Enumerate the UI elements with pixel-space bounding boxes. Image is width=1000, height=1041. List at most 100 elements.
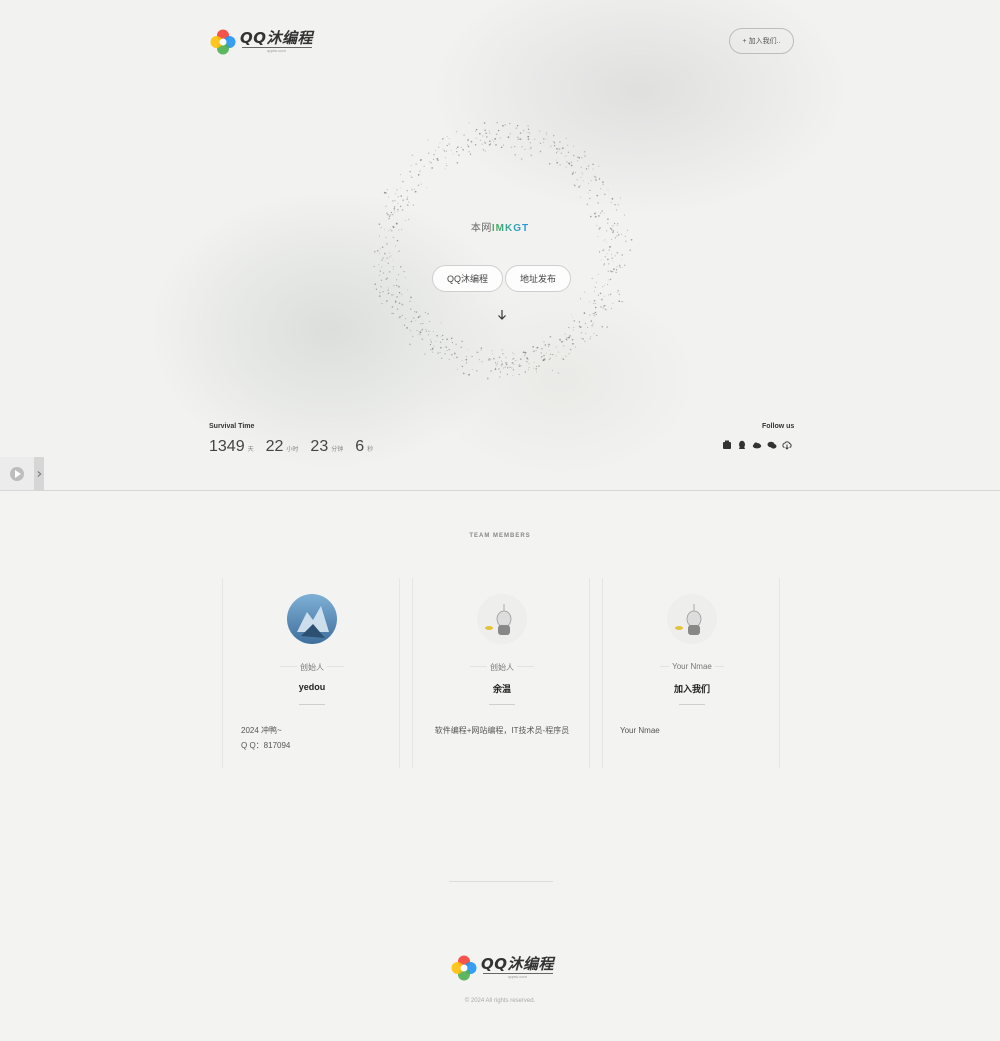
particle-dot: [594, 215, 597, 218]
particle-dot: [547, 345, 549, 347]
particle-dot: [621, 300, 623, 303]
particle-dot: [624, 264, 626, 266]
particle-dot: [414, 190, 417, 193]
particle-dot: [585, 332, 587, 334]
particle-dot: [543, 138, 545, 140]
particle-dot: [495, 133, 498, 136]
particle-dot: [570, 164, 573, 167]
particle-dot: [385, 205, 387, 207]
hero-button-address[interactable]: 地址发布: [505, 265, 571, 292]
cloud-download-icon[interactable]: [782, 440, 792, 450]
particle-dot: [555, 152, 557, 154]
particle-dot: [604, 255, 607, 258]
particle-dot: [398, 302, 401, 304]
name-underline: [679, 704, 705, 705]
cloud-icon[interactable]: [752, 440, 762, 450]
particle-dot: [591, 277, 593, 280]
particle-dot: [401, 303, 404, 306]
weibo-icon[interactable]: [722, 440, 732, 450]
particle-dot: [396, 189, 398, 191]
wechat-icon[interactable]: [767, 440, 777, 450]
particle-dot: [626, 229, 629, 232]
hero-button-qqmu[interactable]: QQ沐编程: [432, 265, 503, 292]
particle-dot: [432, 346, 434, 348]
particle-dot: [504, 123, 506, 126]
particle-dot: [604, 308, 606, 310]
follow-us-label: Follow us: [762, 423, 795, 430]
particle-dot: [553, 140, 555, 142]
particle-dot: [582, 338, 584, 340]
particle-dot: [583, 312, 586, 314]
particle-dot: [417, 334, 419, 336]
survival-days: 1349: [209, 438, 245, 455]
particle-dot: [456, 368, 458, 370]
particle-dot: [398, 285, 400, 288]
particle-dot: [482, 149, 484, 151]
member-name: yedou: [298, 682, 326, 692]
particle-dot: [396, 308, 399, 310]
member-name: 加入我们: [673, 684, 710, 694]
name-underline: [489, 704, 515, 705]
particle-dot: [448, 348, 450, 351]
particle-dot: [389, 228, 391, 230]
team-member-card: 创始人 余温 软件编程+网站编程，IT技术员-程序员: [412, 578, 590, 768]
particle-dot: [610, 270, 612, 272]
particle-dot: [524, 148, 526, 151]
particle-dot: [382, 272, 385, 274]
join-us-button[interactable]: + 加入我们..: [729, 28, 794, 54]
particle-dot: [445, 150, 447, 152]
particle-dot: [580, 166, 583, 169]
survival-seconds-unit: 秒: [367, 447, 374, 453]
qq-icon[interactable]: [737, 440, 747, 450]
particle-dot: [590, 179, 592, 182]
particle-dot: [501, 363, 503, 365]
particle-dot: [549, 335, 552, 338]
particle-dot: [603, 248, 605, 251]
particle-dot: [396, 284, 398, 287]
particle-dot: [577, 156, 579, 158]
particle-dot: [606, 252, 608, 255]
member-role-wrap: 创始人: [223, 662, 401, 673]
particle-dot: [452, 153, 454, 155]
particle-dot: [489, 357, 491, 360]
particle-dot: [475, 137, 478, 139]
particle-dot: [465, 356, 468, 358]
particle-dot: [379, 270, 381, 272]
avatar: [667, 594, 717, 644]
particle-dot: [410, 175, 412, 177]
particle-dot: [426, 187, 428, 189]
play-button[interactable]: [0, 457, 34, 490]
particle-dot: [446, 144, 448, 147]
particle-dot: [541, 347, 543, 350]
particle-dot: [399, 187, 401, 189]
particle-dot: [600, 306, 602, 308]
particle-dot: [618, 293, 621, 295]
particle-dot: [462, 149, 464, 151]
arrow-down-icon[interactable]: [495, 308, 509, 322]
site-logo[interactable]: QQ沐编程 qqmu.com: [210, 29, 313, 55]
particle-dot: [392, 236, 394, 238]
particle-dot: [415, 311, 418, 313]
particle-dot: [500, 360, 503, 362]
particle-dot: [597, 202, 599, 204]
particle-dot: [390, 211, 392, 214]
particle-dot: [380, 286, 382, 288]
particle-dot: [549, 349, 551, 351]
particle-dot: [616, 269, 618, 271]
particle-dot: [555, 159, 557, 161]
particle-dot: [380, 248, 382, 250]
footer-logo[interactable]: QQ沐编程 qqmu.com: [451, 955, 554, 981]
particle-dot: [419, 331, 422, 334]
particle-dot: [608, 263, 610, 265]
particle-dot: [440, 322, 442, 324]
particle-dot: [381, 259, 383, 261]
particle-dot: [630, 238, 633, 241]
particle-dot: [467, 348, 469, 350]
particle-dot: [507, 136, 510, 138]
particle-dot: [442, 334, 444, 337]
logo-flower-icon: [210, 29, 236, 55]
particle-dot: [513, 363, 515, 366]
player-expand-toggle[interactable]: [34, 457, 44, 490]
particle-dot: [609, 246, 611, 248]
particle-dot: [411, 154, 414, 156]
